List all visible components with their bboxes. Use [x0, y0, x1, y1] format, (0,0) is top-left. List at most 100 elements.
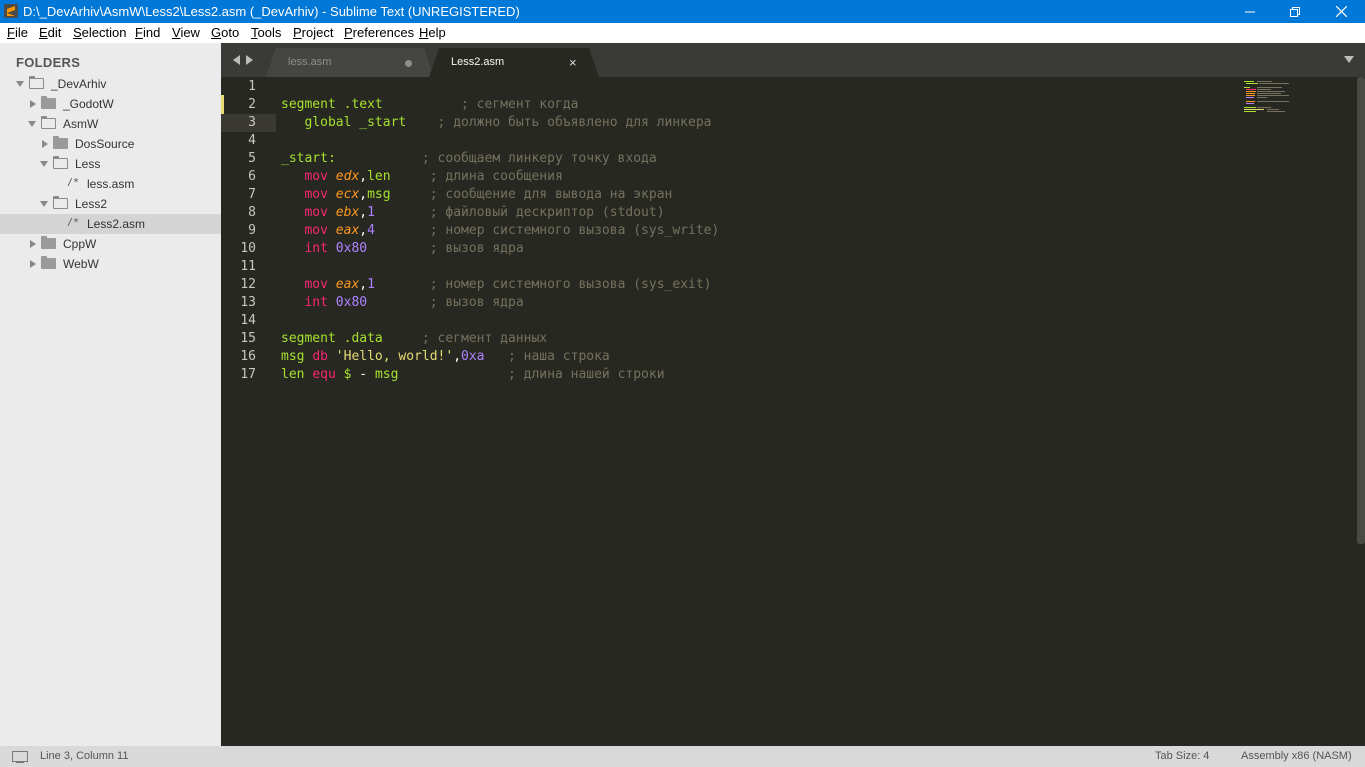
close-icon [1335, 6, 1347, 17]
menu-goto[interactable]: Goto [211, 25, 239, 40]
code-token: global _start [304, 115, 407, 130]
menu-help[interactable]: Help [419, 25, 446, 40]
vertical-scrollbar[interactable] [1357, 77, 1365, 544]
chevron-right-icon[interactable] [30, 100, 36, 108]
chevron-right-icon[interactable] [42, 140, 48, 148]
tree-folder-webw[interactable]: WebW [0, 254, 221, 274]
code-line[interactable]: 9 mov eax,4 ; номер системного вызова (s… [221, 222, 1321, 240]
chevron-right-icon[interactable] [30, 240, 36, 248]
code-line[interactable]: 2 segment .text ; сегмент когда [221, 96, 1321, 114]
code-token: 1 [367, 205, 375, 220]
line-number: 10 [240, 241, 256, 256]
folder-open-icon [41, 116, 56, 129]
code-editor[interactable]: 1 2 segment .text ; сегмент когда 3 global … [221, 77, 1365, 746]
tree-label: Less2 [75, 197, 108, 211]
syntax-selector[interactable]: Assembly x86 (NASM) [1241, 750, 1352, 762]
tree-label: _DevArhiv [51, 77, 107, 91]
code-line[interactable]: 17 len equ $ - msg ; длина нашей строки [221, 366, 1321, 384]
code-token: ; наша строка [508, 349, 610, 364]
tree-folder-godotw[interactable]: _GodotW [0, 94, 221, 114]
chevron-down-icon[interactable] [28, 121, 36, 127]
code-line[interactable]: 10 int 0x80 ; вызов ядра [221, 240, 1321, 258]
code-line[interactable]: 5 _start: ; сообщаем линкеру точку входа [221, 150, 1321, 168]
menu-project[interactable]: Project [293, 25, 333, 40]
code-line[interactable]: 8 mov ebx,1 ; файловый дескриптор (stdou… [221, 204, 1321, 222]
tab-size-selector[interactable]: Tab Size: 4 [1155, 750, 1209, 762]
tree-label: Less [75, 157, 101, 171]
folders-heading: FOLDERS [16, 55, 81, 70]
code-line[interactable]: 15 segment .data ; сегмент данных [221, 330, 1321, 348]
tab-label: less.asm [288, 56, 332, 68]
code-token: ; вызов ядра [429, 241, 524, 256]
panel-toggle-icon[interactable] [12, 751, 28, 763]
close-window-button[interactable] [1318, 0, 1364, 23]
menu-find[interactable]: Find [135, 25, 160, 40]
tab-bar: less.asm Less2.asm × [221, 43, 1365, 77]
code-line[interactable]: 14 [221, 312, 1321, 330]
line-number: 17 [240, 367, 256, 382]
file-comment-icon: /* [67, 177, 80, 188]
menu-preferences[interactable]: Preferences [344, 25, 414, 40]
minimap[interactable] [1241, 79, 1321, 119]
code-token: mov [304, 169, 336, 184]
menu-file[interactable]: File [7, 25, 28, 40]
code-token: ; должно быть объявлено для линкера [437, 115, 712, 130]
code-text: len equ $ - msg ; длина нашей строки [281, 366, 665, 384]
code-token: len [281, 367, 305, 382]
tree-folder-less[interactable]: Less [0, 154, 221, 174]
minimize-button[interactable] [1227, 0, 1273, 23]
code-token: segment .text [281, 97, 383, 112]
cursor-position: Line 3, Column 11 [40, 750, 129, 762]
unsaved-dot-icon[interactable] [405, 60, 412, 67]
tree-label: DosSource [75, 137, 135, 151]
line-number: 7 [248, 187, 256, 202]
code-token: ; вызов ядра [429, 295, 524, 310]
chevron-right-icon[interactable] [30, 260, 36, 268]
code-line[interactable]: 11 [221, 258, 1321, 276]
tab-next-icon[interactable] [246, 55, 253, 65]
menu-selection[interactable]: Selection [73, 25, 126, 40]
tab-list-dropdown-icon[interactable] [1344, 56, 1354, 63]
sublime-app-icon[interactable] [4, 4, 18, 18]
restore-button[interactable] [1272, 0, 1318, 23]
tab-prev-icon[interactable] [233, 55, 240, 65]
tree-folder-less2[interactable]: Less2 [0, 194, 221, 214]
code-line[interactable]: 13 int 0x80 ; вызов ядра [221, 294, 1321, 312]
menu-view[interactable]: View [172, 25, 200, 40]
code-token: msg [374, 367, 399, 382]
code-line[interactable]: 16 msg db 'Hello, world!',0xa ; наша стро… [221, 348, 1321, 366]
menu-tools[interactable]: Tools [251, 25, 281, 40]
code-line[interactable]: 3 global _start ; должно быть объявлено … [221, 114, 1321, 132]
folder-icon [41, 236, 56, 249]
code-token: mov [304, 277, 336, 292]
code-token: int [304, 295, 336, 310]
code-line[interactable]: 1 [221, 78, 1321, 96]
tab-less-asm[interactable]: less.asm [266, 48, 434, 77]
code-text: _start: ; сообщаем линкеру точку входа [281, 150, 657, 168]
chevron-down-icon[interactable] [40, 161, 48, 167]
tree-folder-dossource[interactable]: DosSource [0, 134, 221, 154]
code-token: ecx [335, 187, 360, 202]
code-line[interactable]: 12 mov eax,1 ; номер системного вызова (… [221, 276, 1321, 294]
code-line[interactable]: 7 mov ecx,msg ; сообщение для вывода на … [221, 186, 1321, 204]
tree-folder-devarhiv[interactable]: _DevArhiv [0, 74, 221, 94]
tab-close-icon[interactable]: × [569, 55, 577, 70]
chevron-down-icon[interactable] [40, 201, 48, 207]
tree-folder-asmw[interactable]: AsmW [0, 114, 221, 134]
tree-file-less2-asm[interactable]: /* Less2.asm [0, 214, 221, 234]
code-line[interactable]: 6 mov edx,len ; длина сообщения [221, 168, 1321, 186]
code-line[interactable]: 4 [221, 132, 1321, 150]
tab-less2-asm[interactable]: Less2.asm × [429, 48, 599, 77]
menu-edit[interactable]: Edit [39, 25, 61, 40]
chevron-down-icon[interactable] [16, 81, 24, 87]
tree-folder-cppw[interactable]: CppW [0, 234, 221, 254]
tree-file-less-asm[interactable]: /* less.asm [0, 174, 221, 194]
